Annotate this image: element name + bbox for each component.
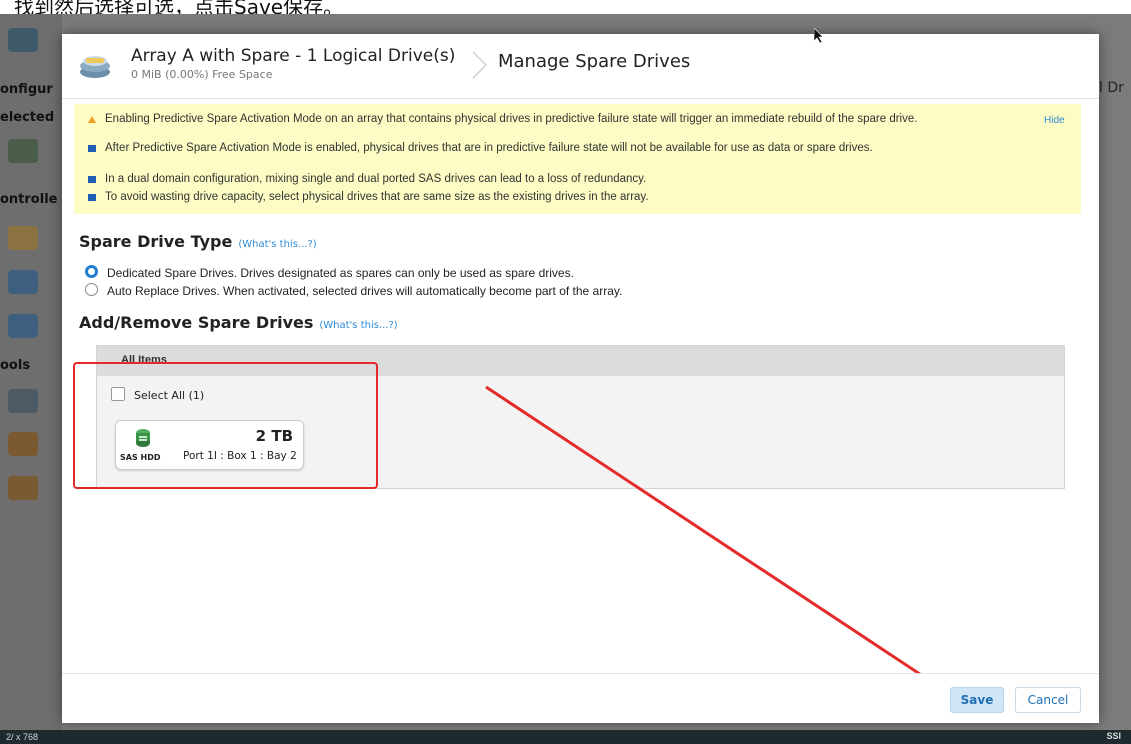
whats-this-link[interactable]: (What's this...?)	[238, 239, 316, 250]
drive-icon-bg	[8, 226, 38, 250]
bg-label-selected: elected	[0, 110, 55, 125]
hide-link[interactable]: Hide	[1044, 115, 1065, 126]
array-free-space: 0 MiB (0.00%) Free Space	[131, 68, 273, 81]
bg-right-fragment: l Dr	[1099, 80, 1124, 96]
bg-label-controller: ontrolle	[0, 192, 58, 207]
key-icon-bg	[8, 476, 38, 500]
spare-drive-type-title: Spare Drive Type (What's this...?)	[79, 232, 317, 251]
info-item: After Predictive Spare Activation Mode i…	[88, 142, 1033, 154]
status-resolution: 2/ x 768	[6, 732, 39, 742]
warning-panel: Enabling Predictive Spare Activation Mod…	[74, 104, 1081, 214]
caption-text: 找到然后选择可选，点击Save保存。	[14, 0, 344, 14]
dialog-footer: Save Cancel	[62, 673, 1099, 723]
add-remove-spare-title: Add/Remove Spare Drives (What's this...?)	[79, 313, 398, 332]
cancel-button[interactable]: Cancel	[1015, 687, 1081, 713]
controller-icon-bg	[8, 139, 38, 163]
annotation-highlight-box	[73, 362, 378, 489]
mouse-cursor-icon	[814, 28, 824, 44]
status-bar: 2/ x 768 SSI	[0, 730, 1131, 744]
lock-icon-bg	[8, 432, 38, 456]
info-item: In a dual domain configuration, mixing s…	[88, 173, 1033, 185]
array-icon-bg	[8, 28, 38, 52]
radio-dedicated-spare[interactable]: Dedicated Spare Drives. Drives designate…	[85, 265, 574, 280]
status-ssl: SSI	[1106, 731, 1121, 741]
info-square-icon	[88, 145, 96, 152]
bg-label-configure: onfigur	[0, 82, 53, 97]
background-sidebar: onfigur elected ontrolle ools	[0, 14, 62, 730]
storage-icon-bg	[8, 314, 38, 338]
info-square-icon	[88, 194, 96, 201]
array-title[interactable]: Array A with Spare - 1 Logical Drive(s)	[131, 46, 455, 66]
tool-icon-bg	[8, 389, 38, 413]
info-item: To avoid wasting drive capacity, select …	[88, 191, 1033, 203]
save-button[interactable]: Save	[950, 687, 1004, 713]
array-icon	[80, 56, 110, 78]
radio-button-selected[interactable]	[85, 265, 98, 278]
radio-button[interactable]	[85, 283, 98, 296]
radio-auto-replace[interactable]: Auto Replace Drives. When activated, sel…	[85, 283, 622, 298]
info-square-icon	[88, 176, 96, 183]
manage-spare-drives-dialog: Array A with Spare - 1 Logical Drive(s) …	[62, 34, 1099, 723]
page-title: Manage Spare Drives	[498, 51, 691, 72]
warning-triangle-icon	[88, 116, 96, 123]
dialog-header: Array A with Spare - 1 Logical Drive(s) …	[62, 34, 1099, 99]
server-icon-bg	[8, 270, 38, 294]
whats-this-link[interactable]: (What's this...?)	[319, 320, 397, 331]
bg-label-tools: ools	[0, 358, 31, 373]
caption-strip: 找到然后选择可选，点击Save保存。	[0, 0, 1131, 14]
breadcrumb-chevron-icon	[472, 51, 488, 79]
warning-item: Enabling Predictive Spare Activation Mod…	[88, 113, 1033, 125]
